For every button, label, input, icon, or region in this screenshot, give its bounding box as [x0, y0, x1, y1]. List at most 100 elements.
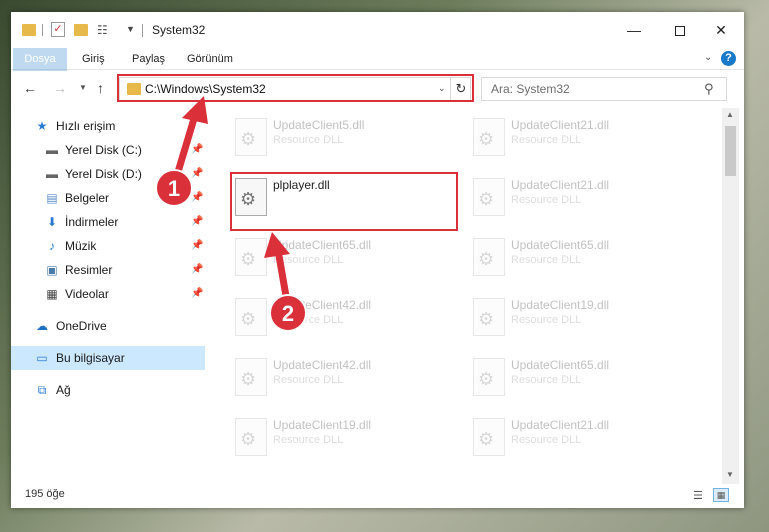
sidebar-item-onedrive[interactable]: ☁ OneDrive — [11, 314, 205, 338]
sidebar-item-label: Ağ — [56, 383, 71, 397]
dll-file-icon — [235, 238, 267, 276]
videos-icon: ▦ — [46, 287, 58, 301]
pin-icon: 📌 — [191, 288, 204, 299]
file-item[interactable]: UpdateClient42.dll Resource DLL — [217, 292, 437, 340]
sidebar-item-music[interactable]: ♪ Müzik 📌 — [11, 234, 205, 258]
tab-view[interactable]: Görünüm — [187, 48, 233, 70]
sidebar-item-documents[interactable]: ▤ Belgeler 📌 — [11, 186, 205, 210]
file-description: Resource DLL — [511, 194, 582, 206]
network-icon: ⧉ — [37, 383, 47, 397]
pin-icon: 📌 — [191, 264, 204, 275]
address-bar-highlight — [117, 74, 474, 102]
music-icon: ♪ — [49, 239, 55, 253]
properties-icon[interactable]: ☷ — [97, 23, 113, 37]
sidebar-item-network[interactable]: ⧉ Ağ — [11, 378, 205, 402]
sidebar-item-quick-access[interactable]: ★ Hızlı erişim — [11, 114, 205, 138]
file-item[interactable]: UpdateClient65.dll Resource DLL — [217, 232, 437, 280]
properties-check-icon[interactable]: ✓ — [51, 22, 65, 37]
pictures-icon: ▣ — [46, 263, 58, 277]
tab-share[interactable]: Paylaş — [132, 48, 165, 70]
file-item[interactable]: UpdateClient19.dll Resource DLL — [455, 292, 675, 340]
recent-locations-chevron-icon[interactable]: ▼ — [79, 83, 87, 92]
customize-toolbar-chevron-icon[interactable]: ▼ — [126, 24, 135, 34]
file-description: Resource DLL — [273, 374, 344, 386]
file-item[interactable]: UpdateClient19.dll Resource DLL — [217, 412, 437, 460]
sidebar-item-label: Belgeler — [65, 191, 110, 205]
sidebar-item-disk-d[interactable]: ▬ Yerel Disk (D:) 📌 — [11, 162, 205, 186]
large-icons-view-icon[interactable]: ▦ — [713, 488, 729, 502]
cloud-icon: ☁ — [36, 319, 48, 333]
maximize-button[interactable] — [657, 12, 703, 48]
sidebar-item-downloads[interactable]: ⬇ İndirmeler 📌 — [11, 210, 205, 234]
details-view-icon[interactable]: ☰ — [693, 489, 707, 502]
file-item[interactable]: UpdateClient5.dll Resource DLL — [217, 112, 437, 160]
dll-file-icon — [473, 358, 505, 396]
forward-arrow-icon[interactable]: → — [53, 80, 67, 96]
dll-file-icon — [235, 358, 267, 396]
dll-file-icon — [473, 418, 505, 456]
scroll-down-arrow-icon[interactable]: ▼ — [726, 470, 734, 479]
dll-file-icon — [473, 238, 505, 276]
item-count: 195 öğe — [25, 488, 65, 500]
file-item[interactable]: UpdateClient21.dll Resource DLL — [455, 172, 675, 220]
file-description: Resource DLL — [273, 134, 344, 146]
dll-file-icon — [473, 298, 505, 336]
scroll-up-arrow-icon[interactable]: ▲ — [726, 110, 734, 119]
dll-file-icon — [473, 118, 505, 156]
dll-file-icon — [473, 178, 505, 216]
file-item[interactable]: UpdateClient65.dll Resource DLL — [455, 352, 675, 400]
back-arrow-icon[interactable]: ← — [23, 80, 37, 96]
file-item[interactable]: UpdateClient42.dll Resource DLL — [217, 352, 437, 400]
file-description: Resource DLL — [273, 254, 344, 266]
expand-ribbon-chevron-icon[interactable]: ⌄ — [704, 52, 712, 63]
sidebar-item-label: Hızlı erişim — [56, 119, 116, 133]
ribbon-tabs: Dosya Giriş Paylaş Görünüm ⌄ ? — [11, 48, 744, 96]
file-highlight — [230, 172, 458, 231]
file-name: UpdateClient21.dll — [511, 178, 610, 192]
file-description: Resource DLL — [511, 434, 582, 446]
help-button[interactable]: ? — [721, 51, 736, 66]
new-folder-icon[interactable] — [74, 24, 88, 36]
up-arrow-icon[interactable]: ↑ — [97, 80, 104, 96]
sidebar-item-label: OneDrive — [56, 319, 107, 333]
toolbar-divider — [42, 24, 43, 36]
sidebar-item-label: Videolar — [65, 287, 109, 301]
file-description: Resource DLL — [273, 314, 344, 326]
sidebar-item-label: Bu bilgisayar — [56, 351, 125, 365]
tab-home[interactable]: Giriş — [82, 48, 105, 70]
file-name: UpdateClient21.dll — [511, 118, 610, 132]
sidebar-item-this-pc[interactable]: ▭ Bu bilgisayar — [11, 346, 205, 370]
file-item[interactable]: UpdateClient21.dll Resource DLL — [455, 412, 675, 460]
pin-icon: 📌 — [191, 168, 204, 179]
sidebar-item-label: Müzik — [65, 239, 97, 253]
file-name: UpdateClient42.dll — [273, 358, 372, 372]
search-icon[interactable]: ⚲ — [704, 81, 714, 97]
search-placeholder: Ara: System32 — [491, 82, 570, 96]
file-description: Resource DLL — [511, 314, 582, 326]
vertical-scrollbar[interactable]: ▲ ▼ — [722, 108, 739, 484]
file-name: UpdateClient21.dll — [511, 418, 610, 432]
sidebar-item-label: İndirmeler — [65, 215, 119, 229]
scrollbar-thumb[interactable] — [725, 126, 736, 176]
dll-file-icon — [235, 418, 267, 456]
pin-icon: 📌 — [191, 216, 204, 227]
search-box[interactable]: Ara: System32 ⚲ — [481, 77, 727, 101]
file-item[interactable]: UpdateClient21.dll Resource DLL — [455, 112, 675, 160]
sidebar-item-videos[interactable]: ▦ Videolar 📌 — [11, 282, 205, 306]
file-item[interactable]: UpdateClient65.dll Resource DLL — [455, 232, 675, 280]
file-name: UpdateClient42.dll — [273, 298, 372, 312]
file-name: UpdateClient65.dll — [273, 238, 372, 252]
file-description: Resource DLL — [511, 374, 582, 386]
file-name: UpdateClient5.dll — [273, 118, 365, 132]
documents-icon: ▤ — [46, 191, 58, 205]
file-name: UpdateClient19.dll — [511, 298, 610, 312]
sidebar-item-pictures[interactable]: ▣ Resimler 📌 — [11, 258, 205, 282]
pin-icon: 📌 — [191, 192, 204, 203]
drive-icon: ▬ — [46, 143, 58, 157]
sidebar-item-disk-c[interactable]: ▬ Yerel Disk (C:) 📌 — [11, 138, 205, 162]
close-button[interactable]: ✕ — [698, 12, 744, 48]
quick-access-folder-icon[interactable] — [22, 24, 36, 36]
title-bar: ✓ ☷ ▼ System32 — ✕ — [11, 12, 744, 48]
file-name: UpdateClient65.dll — [511, 358, 610, 372]
minimize-button[interactable]: — — [611, 12, 657, 48]
